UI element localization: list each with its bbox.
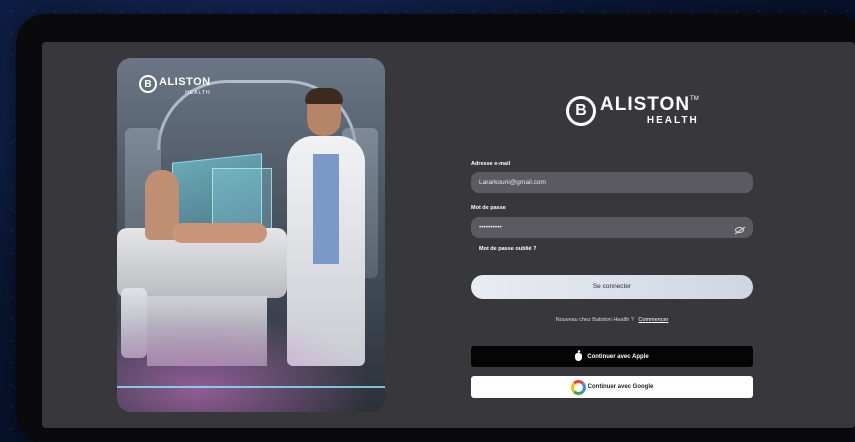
google-signin-button[interactable]: Continuer avec Google (471, 376, 753, 398)
signup-prompt: Nouveau chez Baliston Health ? Commencer (471, 317, 753, 323)
brand-logo: B ALISTONTM HEALTH (566, 94, 699, 126)
eye-slash-icon[interactable] (735, 227, 744, 233)
password-label: Mot de passe (471, 205, 506, 211)
forgot-password-link[interactable]: Mot de passe oublié ? (479, 246, 536, 252)
apple-button-label: Continuer avec Apple (587, 353, 649, 360)
brand-subtitle: HEALTH (646, 115, 699, 126)
illustration-logo: B ALISTON HEALTH (139, 72, 211, 96)
logo-mark-icon: B (139, 75, 157, 93)
signup-text: Nouveau chez Baliston Health ? (555, 317, 634, 323)
signup-link[interactable]: Commencer (638, 317, 668, 323)
logo-subtitle: HEALTH (185, 90, 211, 96)
apple-icon (575, 352, 583, 361)
password-field[interactable] (471, 217, 753, 238)
apple-signin-button[interactable]: Continuer avec Apple (471, 346, 753, 367)
google-icon (570, 379, 586, 395)
logo-wordmark: ALISTON (159, 76, 211, 88)
google-button-label: Continuer avec Google (587, 384, 654, 390)
login-screen: B ALISTON HEALTH B ALISTONTM HEALTH Adre… (42, 42, 855, 428)
login-button[interactable]: Se connecter (471, 275, 753, 299)
brand-wordmark: ALISTON (600, 94, 691, 115)
email-label: Adresse e-mail (471, 161, 511, 167)
email-field[interactable] (471, 172, 753, 193)
trademark: TM (690, 96, 699, 102)
brand-mark-icon: B (566, 96, 596, 126)
hero-illustration: B ALISTON HEALTH (117, 58, 385, 412)
